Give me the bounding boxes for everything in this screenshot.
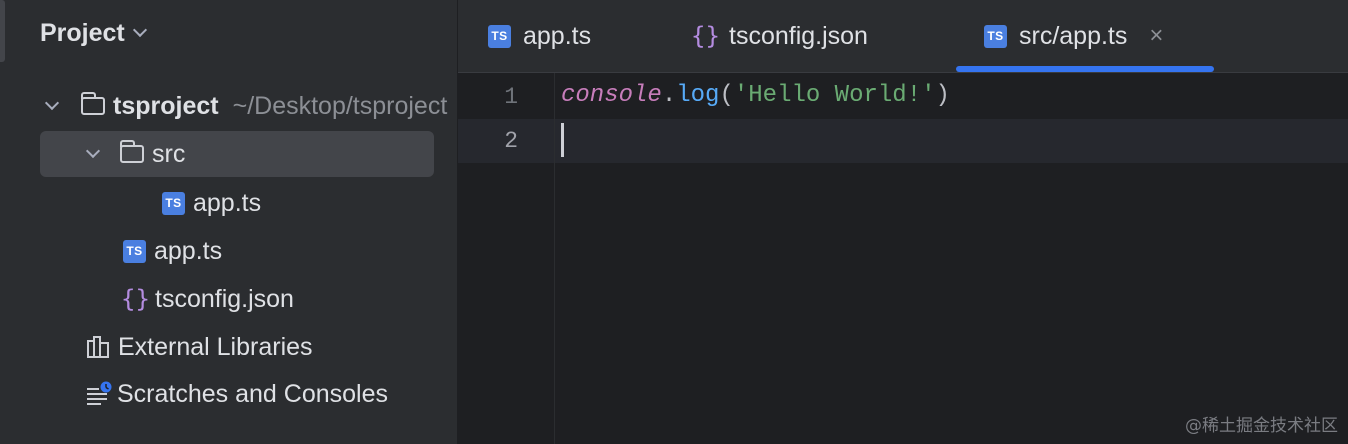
code-string: 'Hello World!'	[733, 82, 936, 109]
json-file-icon: {}	[121, 285, 150, 313]
tree-item-tsconfig[interactable]: {} tsconfig.json	[121, 276, 294, 322]
line-number: 1	[504, 84, 518, 110]
external-libraries-label: External Libraries	[118, 332, 313, 361]
code-editor[interactable]: 1 2 console.log('Hello World!')	[458, 73, 1348, 444]
watermark: @稀土掘金技术社区	[1185, 416, 1338, 436]
close-icon[interactable]: ×	[1149, 22, 1163, 50]
ts-file-icon: TS	[984, 24, 1007, 48]
code-close-paren: )	[935, 82, 950, 109]
scratches-icon	[87, 381, 112, 405]
tree-item-root[interactable]: tsproject ~/Desktop/tsproject	[44, 83, 448, 129]
current-line-highlight	[458, 119, 1348, 163]
chevron-down-icon[interactable]	[44, 95, 60, 111]
project-tool-button[interactable]	[0, 0, 5, 62]
tree-item-external-libraries[interactable]: External Libraries	[86, 324, 313, 370]
line-number: 2	[504, 128, 518, 154]
text-caret	[561, 123, 564, 157]
chevron-down-icon	[132, 22, 147, 38]
tab-tsconfig-json[interactable]: {} tsconfig.json	[691, 0, 868, 72]
ts-file-icon: TS	[488, 24, 511, 48]
ts-file-icon: TS	[123, 239, 146, 263]
tree-item-src[interactable]: src	[40, 131, 434, 177]
file-label: app.ts	[193, 188, 262, 217]
chevron-down-icon[interactable]	[85, 143, 101, 159]
tree-item-scratches[interactable]: Scratches and Consoles	[85, 371, 388, 417]
file-label: app.ts	[154, 236, 223, 265]
tab-label: tsconfig.json	[729, 21, 868, 50]
tab-app-ts[interactable]: TS app.ts	[488, 0, 591, 72]
project-panel: Project tsproject ~/Desktop/tsproject sr…	[9, 0, 458, 444]
project-view-selector[interactable]: Project	[40, 16, 147, 50]
folder-icon	[81, 92, 105, 115]
code-dot: .	[661, 82, 677, 109]
tree-item-app-ts[interactable]: TS app.ts	[123, 228, 222, 274]
gutter-separator	[554, 73, 555, 444]
tool-window-strip	[0, 0, 9, 444]
folder-icon	[120, 140, 144, 163]
ts-file-icon: TS	[162, 191, 185, 215]
json-file-icon: {}	[691, 22, 720, 50]
file-label: tsconfig.json	[155, 284, 294, 313]
code-open-paren: (	[719, 82, 734, 109]
root-folder-label: tsproject	[113, 91, 219, 120]
code-line-1[interactable]: console.log('Hello World!')	[561, 82, 950, 109]
tree-item-src-app-ts[interactable]: TS app.ts	[162, 180, 261, 226]
src-folder-label: src	[152, 139, 186, 168]
project-title: Project	[40, 18, 125, 47]
scratches-label: Scratches and Consoles	[117, 379, 388, 408]
editor-tab-bar: TS app.ts {} tsconfig.json TS src/app.ts…	[458, 0, 1348, 73]
code-object: console	[561, 82, 662, 109]
tab-label: app.ts	[523, 21, 592, 50]
tab-label: src/app.ts	[1019, 21, 1128, 50]
library-icon	[87, 336, 109, 358]
code-method: log	[676, 82, 720, 109]
tab-src-app-ts[interactable]: TS src/app.ts ×	[984, 0, 1163, 72]
root-folder-path: ~/Desktop/tsproject	[232, 91, 448, 120]
active-tab-indicator	[956, 66, 1214, 72]
